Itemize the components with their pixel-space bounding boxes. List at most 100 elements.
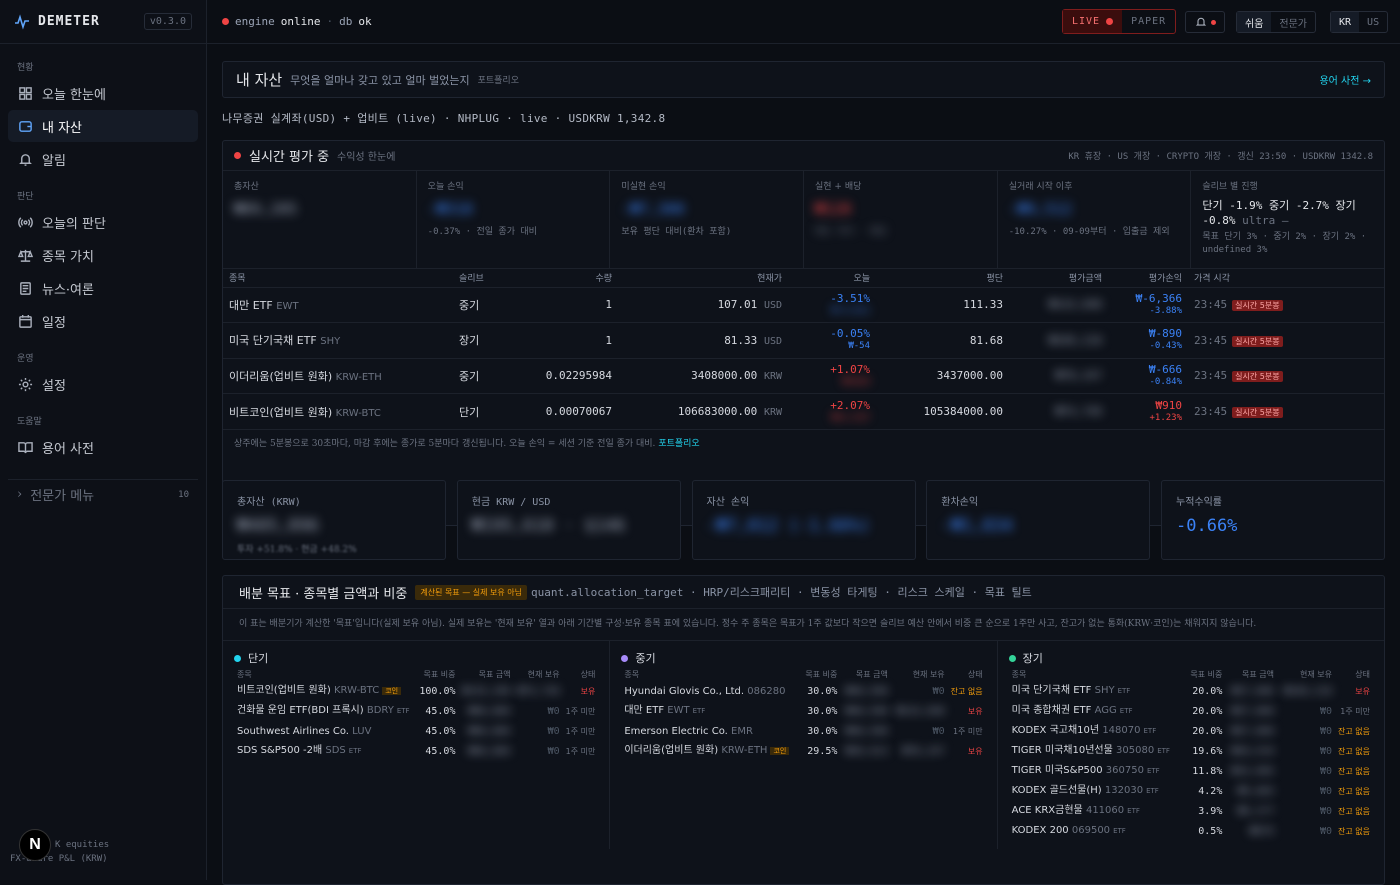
alloc-ticker: 305080 [1116,745,1155,756]
alloc-ticker: 148070 [1102,725,1141,736]
alloc-weight: 20.0% [1192,705,1223,717]
holding-sleeve: 중기 [453,286,513,323]
live-label: LIVE [1072,16,1101,27]
market-toggle[interactable]: KR US [1330,11,1389,33]
alloc-amount: ₩26,519 [1231,745,1274,757]
holding-pnl-pct: -0.84% [1149,376,1182,387]
holding-price: 106683000.00 [677,405,758,418]
alloc-ticker: EWT [667,705,690,716]
alloc-ticker: KRW-BTC [333,685,380,696]
holding-row[interactable]: 이더리움(업비트 원화) KRW-ETH 중기 0.02295984 34080… [223,357,1384,394]
alloc-ticker: 086280 [747,685,786,697]
sleeve-name: 중기 [635,652,656,665]
sidebar-item-overview[interactable]: 오늘 한눈에 [8,77,198,109]
col-header: 목표 비중 [423,669,456,679]
alloc-name: TIGER 미국S&P500 [1011,765,1103,776]
holding-row[interactable]: 미국 단기국채 ETF SHY 장기 1 81.33 USD -0.05% ₩-5… [223,322,1384,358]
alloc-holding: ₩0 [1319,745,1332,757]
next-devtools-badge[interactable]: N [19,829,51,861]
holding-qty: 1 [513,286,618,323]
paper-mode-button[interactable]: PAPER [1122,10,1175,33]
alloc-ticker: 360750 [1105,765,1144,776]
sidebar-item-news[interactable]: 뉴스·여론 [8,272,198,304]
holding-ticker: KRW-ETH [335,371,382,383]
sidebar-item-glossary[interactable]: 용어 사전 [8,431,198,463]
holding-today-pct: -0.05% [830,327,870,341]
holding-row[interactable]: 비트코인(업비트 원화) KRW-BTC 단기 0.00070067 10668… [223,393,1384,429]
holding-row[interactable]: 대만 ETF EWT 중기 1 107.01 USD -3.51% ₩-4,811… [223,286,1384,323]
expert-menu-toggle[interactable]: › 전문가 메뉴 10 [8,479,198,509]
summary-value: ₩405,896 [237,516,319,536]
sidebar-item-value[interactable]: 종목 가치 [8,239,198,271]
allocation-header: 배분 목표 · 종목별 금액과 비중 계산된 목표 — 실제 보유 아님 qua… [223,576,1384,609]
difficulty-toggle[interactable]: 쉬움 전문가 [1236,11,1317,33]
alloc-weight: 30.0% [807,685,838,697]
kpi-label: 미실현 손익 [621,182,666,192]
holding-today-pct: +1.07% [830,362,870,376]
section-help: 도움말 [17,417,42,427]
holding-pnl-pct: +1.23% [1149,412,1182,423]
kpi-sub: 보유 평단 대비(환차 포함) [621,227,732,237]
alloc-holding: ₩0 [1319,765,1332,777]
allocation-card: 배분 목표 · 종목별 금액과 비중 계산된 목표 — 실제 보유 아님 qua… [222,575,1385,885]
holding-price: 107.01 [717,298,758,312]
holding-today-pct: +2.07% [830,398,870,412]
alloc-amount: ₩39,913 [845,745,888,757]
summary-label: 자산 손익 [706,497,750,508]
easy-mode-button[interactable]: 쉬움 [1237,12,1272,32]
alloc-ticker: SDS [325,745,346,756]
col-header: 종목 [624,669,640,679]
holding-pnl-pct: -0.43% [1149,341,1182,352]
portfolio-link[interactable]: 포트폴리오 [658,439,699,449]
trade-mode-toggle[interactable]: LIVE PAPER [1062,9,1177,34]
col-header: 현재 보유 [912,669,945,679]
market-kr-button[interactable]: KR [1331,12,1360,32]
allocation-table: 종목 목표 비중 목표 금액 현재 보유 상태 미국 단기국채 ETF SHY E… [1009,667,1373,841]
alloc-tag: ETF [348,747,362,755]
live-mode-button[interactable]: LIVE [1063,10,1123,33]
summary-row: 총자산 (KRW) ₩405,896 투자 +51.8% · 현금 +48.2% 현… [222,480,1385,560]
notifications-button[interactable] [1185,11,1225,33]
alloc-name: Hyundai Glovis Co., Ltd. [624,685,745,697]
alloc-ticker: BDRY [366,705,394,716]
expert-mode-button[interactable]: 전문가 [1271,12,1315,32]
bell-icon [17,151,33,167]
sidebar-item-schedule[interactable]: 일정 [8,305,198,337]
kpi-unrealized: 미실현 손익 -₩7,300 보유 평단 대비(환차 포함) [610,171,805,268]
holding-value: ₩74,749 [1009,393,1108,429]
sidebar-item-assets[interactable]: 내 자산 [8,110,198,142]
col-header: 평단 [986,274,1003,285]
expert-menu-count: 10 [178,489,189,500]
kpi-sub: 목표 단기 3% · 중기 2% · 장기 2% · undefined 3% [1202,232,1367,255]
allocation-row: KODEX 국고채10년 148070 ETF 20.0% ₩27,060 ₩0 … [1009,721,1373,741]
allocation-table: 종목 목표 비중 목표 금액 현재 보유 상태 Hyundai Glovis C… [621,667,985,761]
db-label: db [339,15,353,28]
alloc-holding: ₩0 [547,745,560,757]
allocation-description: 이 표는 배분기가 계산한 '목표'입니다(실제 보유 아님). 실제 보유는 … [223,609,1384,641]
alloc-status: 보유 [967,706,983,716]
glossary-link[interactable]: 용어 사전 → [1319,72,1371,87]
brand[interactable]: DEMETER v0.3.0 [0,0,206,44]
bell-icon [1195,17,1206,26]
alloc-holding: ₩78,247 [902,745,945,757]
holding-pnl: ₩-6,366 [1135,291,1182,305]
holding-today-amt: ₩-54 [848,341,870,352]
alloc-name: 이더리움(업비트 원화) [624,745,719,756]
alloc-ticker: SHY [1094,685,1115,696]
col-header: 목표 비중 [1190,669,1223,679]
market-us-button[interactable]: US [1359,12,1387,32]
kpi-sub: -10.27% · 09-09부터 · 입출금 제외 [1008,227,1170,237]
allocation-row: 비트코인(업비트 원화) KRW-BTC 코인 100.0% ₩135,299 ₩… [234,681,598,701]
alloc-amount: ₩135,299 [462,685,511,697]
alloc-weight: 20.0% [1192,685,1223,697]
summary-asset-pnl: 자산 손익 -₩7,012 (-1.66%) [691,480,916,560]
alloc-amount: ₩60,884 [468,725,511,737]
kpi-realized: 실현 + 배당 ₩128 매도 차익 · 배당 [804,171,998,268]
holding-today-amt: ₩+824 [842,376,870,387]
sidebar-item-judgement[interactable]: 오늘의 판단 [8,206,198,238]
col-header: 평가금액 [1068,274,1102,285]
sidebar-item-settings[interactable]: 설정 [8,368,198,400]
alloc-name: Emerson Electric Co. [624,725,728,737]
sidebar-item-alerts[interactable]: 알림 [8,143,198,175]
alloc-status: 잔고 없음 [1338,746,1370,756]
